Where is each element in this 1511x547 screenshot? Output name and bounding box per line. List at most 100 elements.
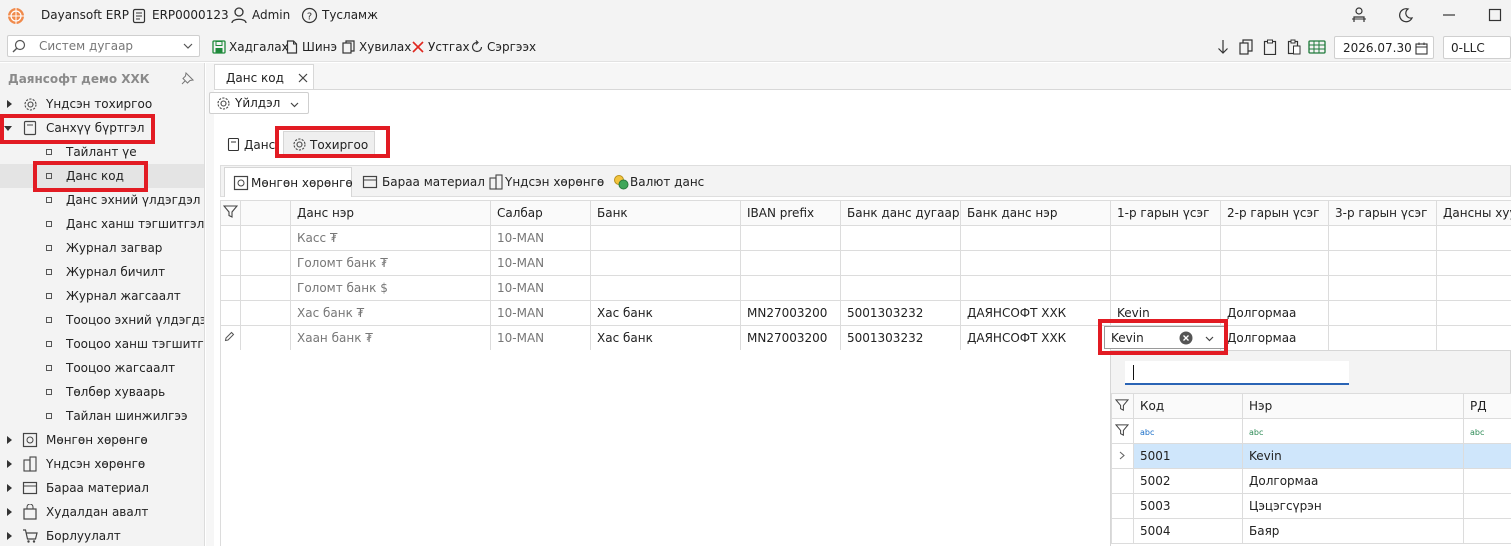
row-selector[interactable]: [221, 251, 241, 276]
table-cell[interactable]: Хас банк: [591, 301, 741, 326]
sidebar-item-account-fx[interactable]: Данс ханш тэгшитгэл: [0, 212, 205, 236]
sidebar-item-journal-entry[interactable]: Журнал бичилт: [0, 260, 205, 284]
table-cell[interactable]: [1329, 251, 1437, 276]
column-header[interactable]: IBAN prefix: [741, 201, 841, 226]
table-cell[interactable]: [1437, 226, 1511, 251]
table-cell[interactable]: Баяр: [1243, 519, 1464, 544]
table-cell[interactable]: Долгормаа: [1221, 301, 1329, 326]
dropdown-row[interactable]: 5003 Цэцэгсүрэн: [1112, 494, 1511, 519]
clipboard-icon[interactable]: [1262, 39, 1278, 55]
table-cell[interactable]: Цэцэгсүрэн: [1243, 494, 1464, 519]
copy-button[interactable]: Хувилах: [340, 36, 413, 58]
excel-icon[interactable]: [1308, 40, 1326, 54]
table-cell[interactable]: 5001: [1134, 444, 1243, 469]
user-name[interactable]: Admin: [252, 8, 290, 22]
table-cell[interactable]: [1329, 326, 1437, 351]
tab-account-code[interactable]: Данс код: [214, 64, 314, 89]
save-button[interactable]: Хадгалах: [210, 36, 291, 58]
sidebar-item-sales[interactable]: Борлуулалт: [0, 524, 205, 546]
table-cell[interactable]: [961, 226, 1111, 251]
table-cell[interactable]: Долгормаа: [1221, 326, 1329, 351]
table-cell[interactable]: [841, 226, 961, 251]
sidebar-item-basic-settings[interactable]: Үндсэн тохиргоо: [0, 92, 205, 116]
column-header[interactable]: 3-р гарын үсэг: [1329, 201, 1437, 226]
close-icon[interactable]: [297, 72, 308, 83]
table-cell[interactable]: 5002: [1134, 469, 1243, 494]
table-cell[interactable]: [591, 226, 741, 251]
table-cell[interactable]: [961, 251, 1111, 276]
sidebar-item-payment-schedule[interactable]: Төлбөр хуваарь: [0, 380, 205, 404]
table-cell[interactable]: [1221, 251, 1329, 276]
document-number[interactable]: ERP0000123: [152, 8, 229, 22]
minimize-icon[interactable]: [1440, 6, 1458, 24]
table-cell[interactable]: Голомт банк ₮: [291, 251, 491, 276]
filter-cell[interactable]: [221, 201, 241, 226]
row-selector[interactable]: [221, 301, 241, 326]
table-cell[interactable]: [841, 276, 961, 301]
paste-icon[interactable]: [1286, 39, 1302, 55]
column-header[interactable]: Банк данс нэр: [961, 201, 1111, 226]
dropdown-search-input[interactable]: [1125, 361, 1349, 385]
row-selector[interactable]: [1112, 519, 1134, 544]
table-cell[interactable]: [1437, 251, 1511, 276]
table-row[interactable]: Хас банк ₮ 10-MAN Хас банк MN27003200 50…: [221, 301, 1511, 326]
table-cell[interactable]: [741, 251, 841, 276]
maximize-icon[interactable]: [1486, 6, 1504, 24]
table-cell[interactable]: [1329, 301, 1437, 326]
row-selector[interactable]: [221, 276, 241, 301]
actions-button[interactable]: Үйлдэл: [209, 92, 309, 114]
table-cell[interactable]: [1111, 251, 1221, 276]
expand-arrow-icon[interactable]: [7, 508, 12, 516]
table-cell[interactable]: [1329, 226, 1437, 251]
sidebar-item-cash-assets[interactable]: Мөнгөн хөрөнгө: [0, 428, 205, 452]
copy-document-icon[interactable]: [1238, 39, 1254, 55]
filter-input[interactable]: abc: [1134, 419, 1243, 444]
sidebar-item-settlement-list[interactable]: Тооцоо жагсаалт: [0, 356, 205, 380]
sidebar-item-purchasing[interactable]: Худалдан авалт: [0, 500, 205, 524]
dark-mode-icon[interactable]: [1397, 6, 1415, 24]
search-input[interactable]: Систем дугаар: [39, 39, 133, 53]
table-cell[interactable]: MN27003200: [741, 326, 841, 351]
help-link[interactable]: Тусламж: [322, 8, 378, 22]
row-selector[interactable]: [1112, 444, 1134, 469]
filter-input[interactable]: abc: [1243, 419, 1464, 444]
table-cell[interactable]: [741, 276, 841, 301]
delete-button[interactable]: Устгах: [409, 36, 472, 58]
refresh-button[interactable]: Сэргээх: [468, 36, 538, 58]
table-cell[interactable]: MN27003200: [741, 301, 841, 326]
system-number-search[interactable]: Систем дугаар: [7, 35, 200, 57]
table-cell[interactable]: 10-MAN: [491, 326, 591, 351]
column-header[interactable]: Банк: [591, 201, 741, 226]
column-header[interactable]: Код: [1134, 394, 1243, 419]
sidebar-item-settlement-opening[interactable]: Тооцоо эхний үлдэгдэл: [0, 308, 205, 332]
table-cell[interactable]: 5003: [1134, 494, 1243, 519]
row-selector[interactable]: [1112, 494, 1134, 519]
table-cell[interactable]: Голомт банк $: [291, 276, 491, 301]
table-cell[interactable]: 5001303232: [841, 301, 961, 326]
table-cell[interactable]: 5004: [1134, 519, 1243, 544]
subtab-currency-account[interactable]: Валют данс: [610, 167, 720, 197]
expand-arrow-icon[interactable]: [7, 100, 12, 108]
table-cell[interactable]: 10-MAN: [491, 276, 591, 301]
table-row-editing[interactable]: Хаан банк ₮ 10-MAN Хас банк MN27003200 5…: [221, 326, 1511, 351]
subtab-fixed-assets[interactable]: Үндсэн хөрөнгө: [484, 167, 606, 197]
table-cell[interactable]: Долгормаа: [1243, 469, 1464, 494]
table-cell[interactable]: Касс ₮: [291, 226, 491, 251]
table-cell[interactable]: ДАЯНСОФТ ХХК: [961, 326, 1111, 351]
sidebar-item-fixed-assets[interactable]: Үндсэн хөрөнгө: [0, 452, 205, 476]
dropdown-row-selected[interactable]: 5001 Kevin: [1112, 444, 1511, 469]
column-header[interactable]: Данс нэр: [291, 201, 491, 226]
row-selector[interactable]: [221, 226, 241, 251]
dropdown-row[interactable]: 5002 Долгормаа: [1112, 469, 1511, 494]
chevron-down-icon[interactable]: [182, 40, 194, 52]
table-cell[interactable]: 10-MAN: [491, 226, 591, 251]
table-row[interactable]: Голомт банк $ 10-MAN: [221, 276, 1511, 301]
table-cell[interactable]: [961, 276, 1111, 301]
table-cell[interactable]: [1464, 494, 1511, 519]
table-cell[interactable]: [1464, 519, 1511, 544]
table-cell[interactable]: Хас банк: [591, 326, 741, 351]
table-cell[interactable]: [1111, 276, 1221, 301]
sidebar-item-journal-list[interactable]: Журнал жагсаалт: [0, 284, 205, 308]
table-cell[interactable]: [1111, 226, 1221, 251]
column-header[interactable]: Нэр: [1243, 394, 1464, 419]
